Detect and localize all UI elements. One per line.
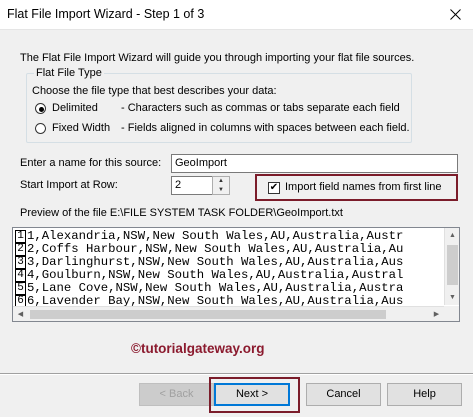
vertical-scroll-thumb[interactable] bbox=[447, 245, 458, 285]
horizontal-scroll-thumb[interactable] bbox=[30, 310, 386, 319]
preview-row: 3 3,Darlinghurst,NSW,New South Wales,AU,A… bbox=[15, 255, 404, 269]
preview-row: 5 5,Lane Cove,NSW,New South Wales,AU,Aust… bbox=[15, 281, 404, 295]
delimited-description: - Characters such as commas or tabs sepa… bbox=[121, 102, 400, 114]
row-number: 3 bbox=[15, 256, 26, 269]
source-name-label: Enter a name for this source: bbox=[20, 157, 162, 169]
radio-fixed-width-label[interactable]: Fixed Width bbox=[52, 122, 110, 134]
group-title: Flat File Type bbox=[34, 67, 104, 79]
back-button[interactable]: < Back bbox=[139, 383, 214, 406]
source-name-input[interactable]: GeoImport bbox=[171, 154, 458, 173]
spin-up-icon[interactable]: ▲ bbox=[213, 177, 229, 185]
file-preview[interactable]: 1 1,Alexandria,NSW,New South Wales,AU,Aus… bbox=[12, 227, 460, 322]
watermark: ©tutorialgateway.org bbox=[131, 341, 265, 356]
radio-delimited-label[interactable]: Delimited bbox=[52, 102, 98, 114]
horizontal-scrollbar[interactable]: ◀ ▶ bbox=[13, 306, 444, 321]
cancel-button[interactable]: Cancel bbox=[306, 383, 381, 406]
row-text: 3,Darlinghurst,NSW,New South Wales,AU,Au… bbox=[27, 255, 404, 269]
scroll-down-icon[interactable]: ▼ bbox=[445, 290, 459, 305]
row-number: 4 bbox=[15, 269, 26, 282]
close-icon bbox=[449, 9, 461, 20]
preview-row: 4 4,Goulburn,NSW,New South Wales,AU,Austr… bbox=[15, 268, 404, 282]
preview-row: 1 1,Alexandria,NSW,New South Wales,AU,Aus… bbox=[15, 229, 404, 243]
help-button[interactable]: Help bbox=[387, 383, 462, 406]
radio-fixed-width[interactable] bbox=[35, 123, 46, 134]
source-name-value: GeoImport bbox=[175, 157, 227, 169]
title-bar: Flat File Import Wizard - Step 1 of 3 bbox=[0, 0, 473, 30]
radio-selected-dot bbox=[39, 107, 44, 112]
row-text: 1,Alexandria,NSW,New South Wales,AU,Aust… bbox=[27, 229, 404, 243]
close-button[interactable] bbox=[437, 0, 473, 29]
intro-text: The Flat File Import Wizard will guide y… bbox=[20, 52, 415, 64]
checkmark-icon: ✔ bbox=[269, 182, 279, 193]
start-row-label: Start Import at Row: bbox=[20, 179, 118, 191]
scroll-up-icon[interactable]: ▲ bbox=[445, 228, 459, 243]
preview-row: 2 2,Coffs Harbour,NSW,New South Wales,AU,… bbox=[15, 242, 404, 256]
field-names-label[interactable]: Import field names from first line bbox=[285, 181, 442, 193]
row-text: 5,Lane Cove,NSW,New South Wales,AU,Austr… bbox=[27, 281, 404, 295]
button-divider bbox=[0, 373, 473, 375]
radio-delimited[interactable] bbox=[35, 103, 46, 114]
fixed-width-description: - Fields aligned in columns with spaces … bbox=[121, 122, 410, 134]
field-names-checkbox[interactable]: ✔ bbox=[268, 182, 280, 194]
row-number: 1 bbox=[15, 230, 26, 243]
spin-down-icon[interactable]: ▼ bbox=[213, 186, 229, 194]
row-number: 2 bbox=[15, 243, 26, 256]
scroll-left-icon[interactable]: ◀ bbox=[13, 307, 28, 321]
vertical-scrollbar[interactable]: ▲ ▼ bbox=[444, 228, 459, 305]
row-text: 4,Goulburn,NSW,New South Wales,AU,Austra… bbox=[27, 268, 404, 282]
preview-label: Preview of the file E:\FILE SYSTEM TASK … bbox=[20, 207, 343, 219]
scroll-corner bbox=[444, 306, 459, 321]
start-row-input[interactable]: 2 bbox=[171, 176, 213, 195]
file-type-prompt: Choose the file type that best describes… bbox=[32, 85, 277, 97]
start-row-spinner[interactable]: ▲ ▼ bbox=[212, 176, 230, 195]
start-row-value: 2 bbox=[175, 179, 182, 191]
scroll-right-icon[interactable]: ▶ bbox=[429, 307, 444, 321]
row-number: 5 bbox=[15, 282, 26, 295]
window-title: Flat File Import Wizard - Step 1 of 3 bbox=[7, 7, 205, 21]
next-button[interactable]: Next > bbox=[214, 383, 290, 406]
row-text: 2,Coffs Harbour,NSW,New South Wales,AU,A… bbox=[27, 242, 404, 256]
